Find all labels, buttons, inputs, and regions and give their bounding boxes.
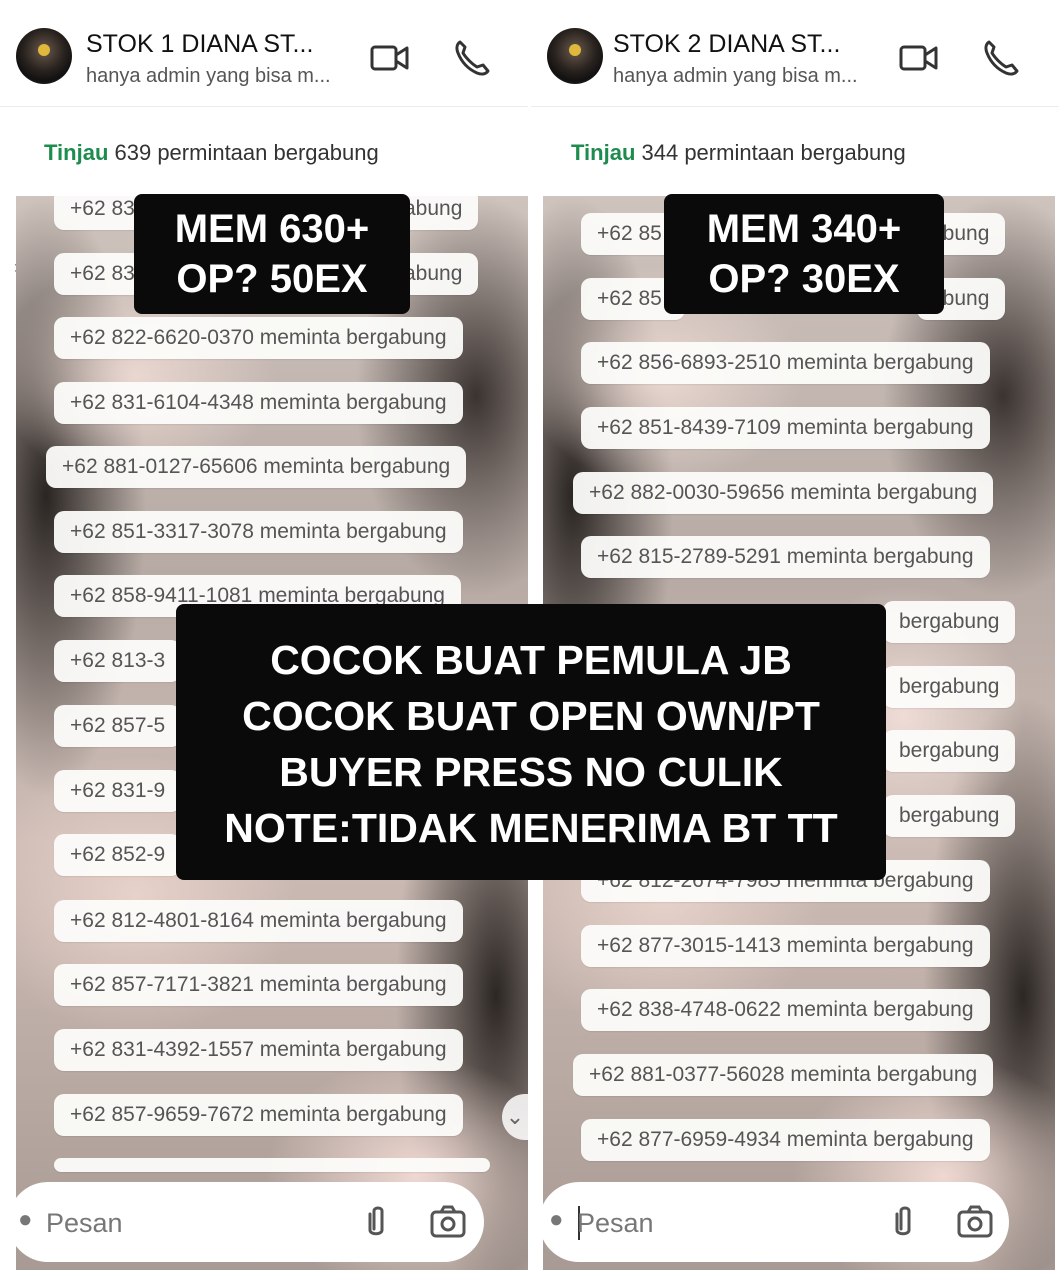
request-bubble-partial[interactable] (54, 1158, 490, 1172)
promo-line: BUYER PRESS NO CULIK (279, 749, 783, 795)
request-bubble[interactable]: +62 812-4801-8164 meminta bergabung (54, 900, 463, 942)
message-input-bar: ● (0, 1178, 528, 1270)
request-bubble[interactable]: +62 857-9659-7672 meminta bergabung (54, 1094, 463, 1136)
request-bubble[interactable]: +62 877-6959-4934 meminta bergabung (581, 1119, 990, 1161)
member-stamp: MEM 340+ OP? 30EX (664, 194, 944, 314)
member-count-label: MEM 630+ (174, 207, 370, 251)
camera-icon[interactable] (955, 1202, 995, 1242)
paperclip-icon[interactable] (356, 1202, 396, 1242)
group-subtitle: hanya admin yang bisa m... (613, 65, 858, 87)
join-requests-text[interactable]: Tinjau 639 permintaan bergabung (44, 140, 379, 166)
request-bubble[interactable]: +62 852-9 (54, 834, 182, 876)
request-bubble[interactable]: +62 881-0377-56028 meminta bergabung (573, 1054, 994, 1096)
request-bubble[interactable]: +62 851-3317-3078 meminta bergabung (54, 511, 463, 553)
message-input[interactable] (44, 1204, 348, 1242)
group-avatar[interactable] (16, 28, 72, 84)
price-label: OP? 30EX (708, 257, 900, 301)
message-input[interactable] (575, 1204, 879, 1242)
join-requests-text[interactable]: Tinjau 344 permintaan bergabung (571, 140, 906, 166)
promo-line: COCOK BUAT PEMULA JB (270, 637, 792, 683)
request-bubble[interactable]: +62 831-6104-4348 meminta bergabung (54, 382, 463, 424)
group-avatar[interactable] (547, 28, 603, 84)
promo-line: NOTE:TIDAK MENERIMA BT TT (224, 805, 838, 851)
join-count-label: 344 permintaan bergabung (635, 140, 906, 165)
request-bubble[interactable]: +62 831-4392-1557 meminta bergabung (54, 1029, 463, 1071)
member-count-label: MEM 340+ (706, 207, 902, 251)
request-bubble[interactable]: +62 856-6893-2510 meminta bergabung (581, 342, 990, 384)
request-bubble[interactable]: +62 831-9 (54, 770, 182, 812)
paperclip-icon[interactable] (883, 1202, 923, 1242)
promo-overlay: COCOK BUAT PEMULA JB COCOK BUAT OPEN OWN… (176, 604, 886, 880)
video-call-icon[interactable] (897, 36, 941, 80)
request-bubble[interactable]: +62 881-0127-65606 meminta bergabung (46, 446, 467, 488)
request-bubble[interactable]: +62 838-4748-0622 meminta bergabung (581, 989, 990, 1031)
video-call-icon[interactable] (368, 36, 412, 80)
price-label: OP? 50EX (176, 257, 368, 301)
group-subtitle: hanya admin yang bisa m... (86, 65, 331, 87)
request-bubble[interactable]: +62 822-6620-0370 meminta bergabung (54, 317, 463, 359)
review-link[interactable]: Tinjau (571, 140, 635, 165)
review-link[interactable]: Tinjau (44, 140, 108, 165)
emoji-icon[interactable]: ● (549, 1206, 564, 1234)
request-bubble[interactable]: +62 882-0030-59656 meminta bergabung (573, 472, 994, 514)
request-bubble[interactable]: +62 815-2789-5291 meminta bergabung (581, 536, 990, 578)
request-bubble[interactable]: +62 877-3015-1413 meminta bergabung (581, 925, 990, 967)
chat-header: STOK 1 DIANA ST... hanya admin yang bisa… (0, 0, 528, 107)
request-bubble[interactable]: +62 813-3 (54, 640, 182, 682)
request-bubble[interactable]: +62 857-7171-3821 meminta bergabung (54, 964, 463, 1006)
member-stamp: MEM 630+ OP? 50EX (134, 194, 410, 314)
join-count-label: 639 permintaan bergabung (108, 140, 379, 165)
message-input-pill: ● (8, 1182, 484, 1262)
promo-line: COCOK BUAT OPEN OWN/PT (242, 693, 820, 739)
message-input-pill: ● (539, 1182, 1009, 1262)
request-bubble-tail[interactable]: bergabung (883, 666, 1016, 708)
chat-header: STOK 2 DIANA ST... hanya admin yang bisa… (531, 0, 1059, 107)
message-input-bar: ● (531, 1178, 1059, 1270)
request-bubble[interactable]: +62 851-8439-7109 meminta bergabung (581, 407, 990, 449)
phone-call-icon[interactable] (450, 36, 494, 80)
request-bubble[interactable]: +62 857-5 (54, 705, 182, 747)
emoji-icon[interactable]: ● (18, 1206, 33, 1234)
group-title[interactable]: STOK 1 DIANA ST... (86, 30, 313, 59)
phone-call-icon[interactable] (979, 36, 1023, 80)
request-bubble-tail[interactable]: bergabung (883, 795, 1016, 837)
group-title[interactable]: STOK 2 DIANA ST... (613, 30, 840, 59)
request-bubble-tail[interactable]: bergabung (883, 601, 1016, 643)
camera-icon[interactable] (428, 1202, 468, 1242)
request-bubble-tail[interactable]: bergabung (883, 730, 1016, 772)
